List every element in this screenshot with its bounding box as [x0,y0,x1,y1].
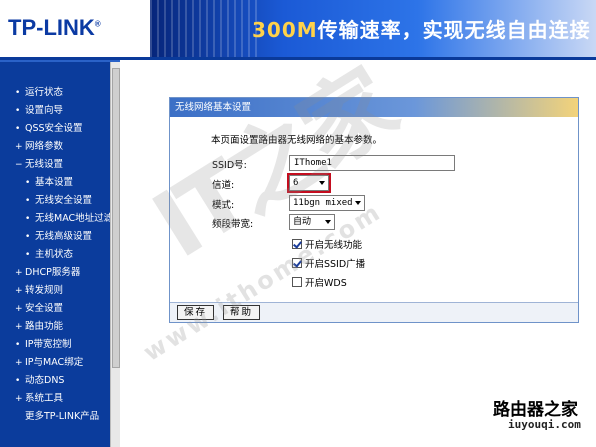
wds-checkbox[interactable] [292,277,302,287]
sidebar-scrollbar[interactable] [110,62,120,447]
bandwidth-label: 频段带宽: [212,219,254,230]
wireless-basic-settings-panel: 无线网络基本设置 本页面设置路由器无线网络的基本参数。 SSID号: IThom… [169,97,579,323]
sidebar-item-status[interactable]: • 运行状态 [0,84,110,102]
sidebar-item-wireless-security[interactable]: • 无线安全设置 [0,192,110,210]
sidebar-item-mac-filter[interactable]: • 无线MAC地址过滤 [0,210,110,228]
enable-wireless-checkbox[interactable] [292,239,302,249]
scrollbar-thumb[interactable] [112,68,120,368]
sidebar-item-qss[interactable]: • QSS安全设置 [0,120,110,138]
panel-title: 无线网络基本设置 [170,98,578,117]
chevron-down-icon [355,201,361,205]
sidebar-item-host-status[interactable]: • 主机状态 [0,246,110,264]
panel-description: 本页面设置路由器无线网络的基本参数。 [211,135,383,146]
bandwidth-value: 自动 [293,217,312,227]
mode-value: 11bgn mixed [293,198,353,208]
save-button[interactable]: 保存 [177,305,215,320]
sidebar-item-security[interactable]: + 安全设置 [0,300,110,318]
wds-label: 开启WDS [305,278,347,289]
main-content: 无线网络基本设置 本页面设置路由器无线网络的基本参数。 SSID号: IThom… [120,60,596,447]
sidebar-item-dhcp[interactable]: + DHCP服务器 [0,264,110,282]
mode-label: 模式: [212,200,235,211]
ssid-label: SSID号: [212,160,247,171]
help-button[interactable]: 帮助 [223,305,261,320]
ssid-broadcast-option[interactable]: 开启SSID广播 [292,256,365,270]
mode-select[interactable]: 11bgn mixed [289,195,365,211]
ssid-broadcast-checkbox[interactable] [292,258,302,268]
sidebar-item-routing[interactable]: + 路由功能 [0,318,110,336]
enable-wireless-label: 开启无线功能 [305,240,363,251]
sidebar-item-bandwidth[interactable]: • IP带宽控制 [0,336,110,354]
ssid-input[interactable]: IThome1 [289,155,455,171]
sidebar-item-system-tools[interactable]: + 系统工具 [0,390,110,408]
header-banner: TP-LINK® 300M传输速率，实现无线自由连接 [0,0,596,58]
banner-stripes [150,0,260,58]
sidebar-item-basic-settings[interactable]: • 基本设置 [0,174,110,192]
sidebar-item-more-products[interactable]: 更多TP-LINK产品 [0,408,110,426]
sidebar-item-wireless-advanced[interactable]: • 无线高级设置 [0,228,110,246]
tp-link-logo: TP-LINK® [8,15,101,40]
sidebar-item-network[interactable]: + 网络参数 [0,138,110,156]
button-bar: 保存 帮助 [170,302,578,322]
channel-highlight-box [287,173,331,193]
sidebar-item-forwarding[interactable]: + 转发规则 [0,282,110,300]
ssid-broadcast-label: 开启SSID广播 [305,259,366,270]
wds-option[interactable]: 开启WDS [292,275,347,289]
sidebar-item-setup-wizard[interactable]: • 设置向导 [0,102,110,120]
sidebar: • 运行状态 • 设置向导 • QSS安全设置 + 网络参数 − 无线设置 • 基本设置 •… [0,60,120,447]
sidebar-item-wireless[interactable]: − 无线设置 [0,156,110,174]
logo-area: TP-LINK® [0,0,150,58]
channel-label: 信道: [212,180,235,191]
sidebar-menu: • 运行状态 • 设置向导 • QSS安全设置 + 网络参数 − 无线设置 • 基本设置 •… [0,84,110,426]
sidebar-top-line [0,60,120,62]
chevron-down-icon [325,220,331,224]
bandwidth-select[interactable]: 自动 [289,214,335,230]
banner-slogan: 300M传输速率，实现无线自由连接 [252,18,591,42]
sidebar-item-ip-mac-binding[interactable]: + IP与MAC绑定 [0,354,110,372]
sidebar-item-ddns[interactable]: • 动态DNS [0,372,110,390]
enable-wireless-option[interactable]: 开启无线功能 [292,237,362,251]
